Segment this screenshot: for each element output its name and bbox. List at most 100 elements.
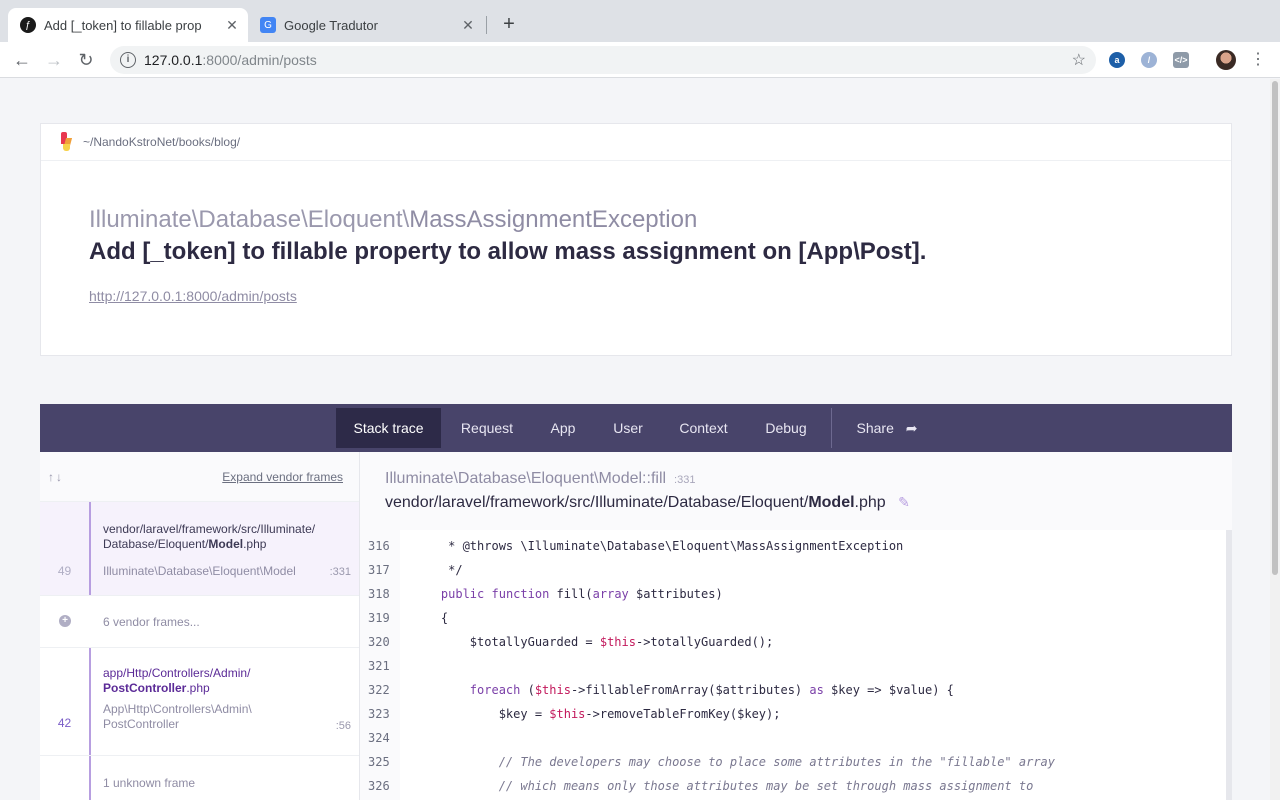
line-code: foreach ($this->fillableFromArray($attri… [469, 683, 954, 697]
frame-file-part: app/Http/Controllers/Admin/ [103, 666, 251, 680]
request-url-link[interactable]: http://127.0.0.1:8000/admin/posts [89, 288, 297, 304]
share-button[interactable]: Share ➦ [847, 408, 927, 448]
exception-namespace: Illuminate\Database\Eloquent\ [89, 206, 410, 233]
stack-trace-panel: ↑↓ Expand vendor frames 49 vendor/larave… [40, 452, 1232, 800]
info-icon[interactable]: i [120, 52, 136, 68]
ignition-logo-icon [59, 132, 73, 152]
scrollbar-thumb[interactable] [1272, 81, 1278, 575]
frame-file: app/Http/Controllers/Admin/ PostControll… [103, 666, 250, 696]
vendor-frames-label: 6 vendor frames... [103, 615, 200, 629]
line-number: 322 [368, 683, 390, 697]
code-line: 318 public function fill(array $attribut… [360, 582, 1226, 606]
browser-tab-bar: ƒ Add [_token] to fillable prop ✕ G Goog… [0, 0, 1280, 42]
url-host: 127.0.0.1 [144, 52, 203, 68]
line-number: 320 [368, 635, 390, 649]
project-path-bar: ~/NandoKstroNet/books/blog/ [41, 124, 1231, 161]
tab-google-translate[interactable]: G Google Tradutor ✕ [248, 8, 484, 42]
unknown-frame-label: 1 unknown frame [103, 776, 196, 790]
menu-icon[interactable]: ⋮ [1250, 48, 1266, 72]
frame-accent [89, 756, 91, 800]
exception-class-name: MassAssignmentException [409, 206, 698, 233]
vendor-frames-group[interactable]: + 6 vendor frames... [40, 596, 359, 648]
edit-pencil-icon[interactable]: ✎ [898, 494, 910, 510]
line-code: $totallyGuarded = $this->totallyGuarded(… [412, 635, 774, 649]
line-number: 317 [368, 563, 390, 577]
line-code: // which means only those attributes may… [412, 779, 1034, 793]
code-line: 321 [360, 654, 1226, 678]
tab-stack-trace[interactable]: Stack trace [336, 408, 441, 448]
forward-button[interactable]: → [42, 48, 66, 72]
frame-line: :331 [329, 566, 351, 578]
tab-request[interactable]: Request [447, 408, 527, 448]
plus-circle-icon: + [59, 615, 71, 627]
extension-icon[interactable]: / [1141, 52, 1157, 68]
nav-divider [831, 408, 832, 448]
code-line: 325 // The developers may choose to plac… [360, 750, 1226, 774]
line-number: 318 [368, 587, 390, 601]
file-name: Model [808, 494, 855, 511]
tab-navigation: Stack trace Request App User Context Deb… [40, 404, 1232, 452]
frame-file-part: vendor/laravel/framework/src/Illuminate/ [103, 522, 316, 536]
close-icon[interactable]: ✕ [460, 17, 476, 34]
stack-frame-selected[interactable]: 49 vendor/laravel/framework/src/Illumina… [40, 502, 359, 596]
share-label: Share [856, 420, 894, 436]
frame-file-ext: .php [186, 681, 210, 695]
symfony-icon: ƒ [20, 17, 36, 33]
line-code: */ [412, 563, 463, 577]
tab-debug[interactable]: Debug [756, 408, 816, 448]
code-line: 324 [360, 726, 1226, 750]
frame-accent [89, 648, 91, 755]
stack-frame-app[interactable]: 42 app/Http/Controllers/Admin/ PostContr… [40, 648, 359, 756]
code-header: Illuminate\Database\Eloquent\Model::fill… [360, 452, 1232, 530]
code-line: 320 $totallyGuarded = $this->totallyGuar… [360, 630, 1226, 654]
close-icon[interactable]: ✕ [224, 17, 240, 34]
line-number: 316 [368, 539, 390, 553]
code-line: 322 foreach ($this->fillableFromArray($a… [360, 678, 1226, 702]
back-button[interactable]: ← [10, 48, 34, 72]
code-line: 317 */ [360, 558, 1226, 582]
extension-icon[interactable]: a [1109, 52, 1125, 68]
frame-number: 42 [57, 716, 72, 730]
frame-file-ext: .php [243, 537, 267, 551]
tab-context[interactable]: Context [670, 408, 737, 448]
error-header: ~/NandoKstroNet/books/blog/ Illuminate\D… [40, 123, 1232, 356]
bookmark-star-icon[interactable]: ☆ [1072, 50, 1086, 70]
code-line: 326 // which means only those attributes… [360, 774, 1226, 798]
frame-accent [89, 502, 91, 595]
address-bar[interactable]: i 127.0.0.1:8000/admin/posts ☆ [110, 46, 1096, 74]
tab-app[interactable]: App [538, 408, 588, 448]
frames-header: ↑↓ Expand vendor frames [40, 452, 359, 502]
line-code: * @throws \Illuminate\Database\Eloquent\… [412, 539, 904, 553]
line-code: // The developers may choose to place so… [412, 755, 1055, 769]
line-number: 326 [368, 779, 390, 793]
new-tab-button[interactable]: + [498, 13, 520, 35]
avatar[interactable] [1216, 50, 1236, 70]
line-number: 321 [368, 659, 390, 673]
frame-class: App\Http\Controllers\Admin\ PostControll… [103, 702, 252, 732]
tab-title: Google Tradutor [284, 17, 378, 33]
code-snippet: 316 * @throws \Illuminate\Database\Eloqu… [360, 530, 1232, 800]
code-body: 316 * @throws \Illuminate\Database\Eloqu… [368, 530, 1226, 800]
code-scrollbar[interactable] [1226, 530, 1232, 800]
frame-class: Illuminate\Database\Eloquent\Model [103, 564, 296, 578]
code-extension-icon[interactable]: </> [1173, 52, 1189, 68]
frame-line: :56 [335, 720, 351, 732]
line-number: 323 [368, 707, 390, 721]
tab-user[interactable]: User [603, 408, 653, 448]
page-content: ~/NandoKstroNet/books/blog/ Illuminate\D… [0, 79, 1270, 800]
code-file-path: vendor/laravel/framework/src/Illuminate/… [385, 494, 910, 512]
url-path: :8000/admin/posts [202, 52, 317, 68]
exception-class: Illuminate\Database\Eloquent\MassAssignm… [89, 206, 697, 234]
tab-active[interactable]: ƒ Add [_token] to fillable prop ✕ [8, 8, 248, 42]
line-code: public function fill(array $attributes) [440, 587, 723, 601]
share-arrow-icon: ➦ [905, 420, 918, 436]
frame-navigation-arrows-icon[interactable]: ↑↓ [48, 470, 64, 484]
expand-vendor-frames-link[interactable]: Expand vendor frames [222, 470, 343, 484]
unknown-frame[interactable]: 1 unknown frame [40, 756, 359, 800]
page-scrollbar[interactable] [1270, 79, 1280, 800]
frame-class-part: App\Http\Controllers\Admin\ [103, 702, 252, 716]
file-ext: .php [854, 494, 886, 511]
frame-file-part: Database/Eloquent/ [103, 537, 209, 551]
frame-number: 49 [57, 564, 72, 578]
reload-button[interactable]: ↻ [74, 48, 98, 72]
